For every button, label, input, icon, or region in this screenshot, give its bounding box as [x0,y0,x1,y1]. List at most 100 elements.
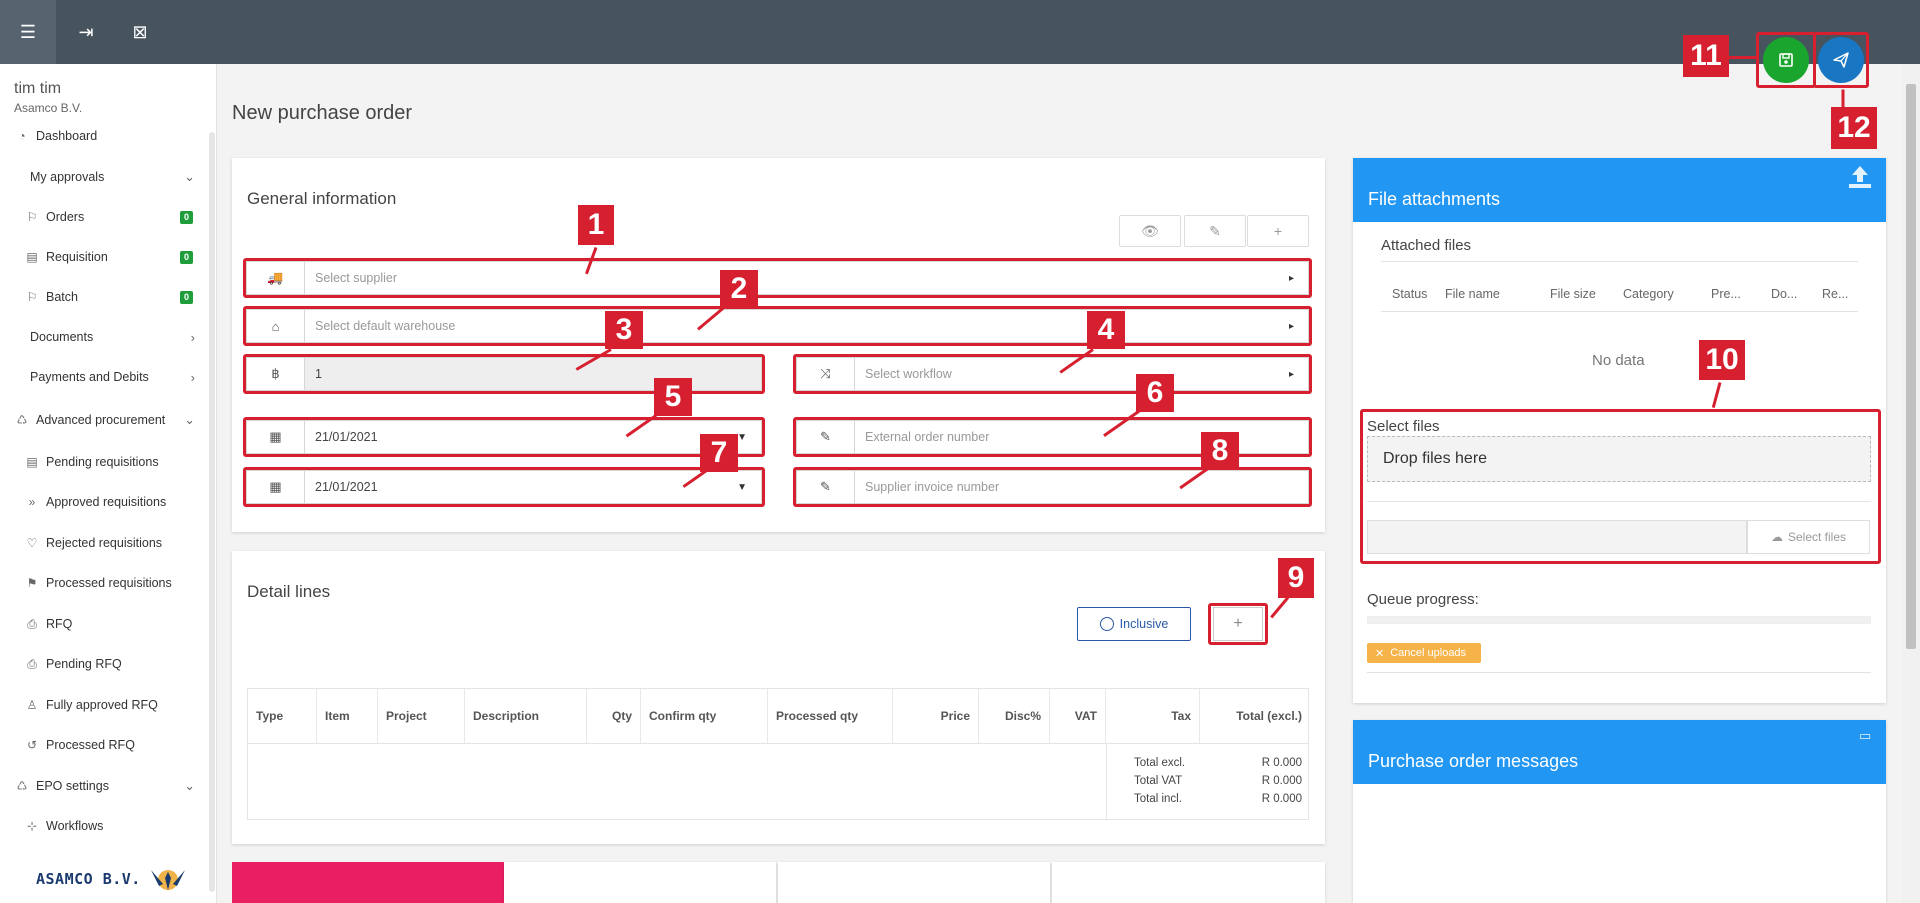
sidebar-item-processed-rfq[interactable]: ↺ Processed RFQ [0,730,217,760]
thumbs-up-icon: ♙ [26,698,38,712]
sidebar-item-pending-requisitions[interactable]: ▤ Pending requisitions [0,447,217,477]
att-column-preview[interactable]: Pre... [1711,287,1741,301]
comment-icon[interactable]: ▭ [1859,728,1871,744]
column-header-total-excl[interactable]: Total (excl.) [1200,689,1310,743]
requisition-count-badge: 0 [180,250,193,264]
sidebar-item-processed-requisitions[interactable]: ⚑ Processed requisitions [0,568,217,598]
list-icon: ▤ [26,455,38,469]
supplier-select[interactable]: 🚚 Select supplier ▸ [246,261,1309,295]
add-detail-line-button[interactable]: + [1213,607,1263,641]
paper-plane-icon [1833,52,1849,68]
total-incl-label: Total incl. [1134,793,1182,805]
summary-tile-2[interactable] [504,862,776,903]
eye-icon: 👁 [1141,222,1159,239]
rfq-icon: ⎙ [27,616,37,631]
column-header-type[interactable]: Type [248,689,317,743]
totals-labels: Total excl. Total VAT Total incl. [1134,754,1185,808]
select-files-button[interactable]: ☁ Select files [1747,520,1870,554]
sidebar-item-epo-settings[interactable]: ♺ EPO settings ⌄ [0,771,217,801]
shuffle-icon: ⤨ [797,358,855,390]
chevron-right-icon: › [190,329,195,345]
detail-lines-title: Detail lines [247,582,331,601]
sidebar-item-approved-requisitions[interactable]: » Approved requisitions [0,487,217,517]
send-button[interactable] [1818,37,1864,83]
column-header-confirm-qty[interactable]: Confirm qty [641,689,768,743]
att-column-status[interactable]: Status [1392,287,1427,301]
file-name-display[interactable] [1367,520,1747,554]
sidebar-item-pending-rfq[interactable]: ⎙ Pending RFQ [0,649,217,679]
history-icon: ↺ [26,738,38,752]
column-header-qty[interactable]: Qty [587,689,641,743]
att-column-file-name[interactable]: File name [1445,287,1500,301]
sidebar-item-rejected-requisitions[interactable]: ♡ Rejected requisitions [0,528,217,558]
main-scrollbar-thumb[interactable] [1906,84,1916,649]
logout-button[interactable]: ⇥ [58,0,114,64]
file-attachments-header: File attachments [1353,158,1886,222]
column-header-description[interactable]: Description [465,689,587,743]
calendar-icon: ▦ [247,421,305,453]
annotation-label-11: 11 [1683,35,1729,77]
column-header-item[interactable]: Item [317,689,378,743]
sidebar-item-requisition[interactable]: ▤ Requisition 0 [0,242,217,272]
add-button[interactable]: + [1247,215,1309,247]
total-excl-label: Total excl. [1134,757,1186,769]
column-header-vat[interactable]: VAT [1050,689,1106,743]
summary-tile-4[interactable] [1052,862,1325,903]
caret-right-icon: ▸ [1288,320,1294,332]
summary-tile-3[interactable] [778,862,1050,903]
save-button[interactable] [1763,37,1809,83]
flag-icon: ⚐ [26,210,38,224]
sidebar-item-payments-and-debits[interactable]: Payments and Debits › [0,362,217,392]
column-header-tax[interactable]: Tax [1106,689,1200,743]
list-icon: ▤ [26,250,38,264]
baht-currency-icon: ฿ [247,358,305,390]
workflow-select[interactable]: ⤨ Select workflow ▸ [796,357,1309,391]
column-header-price[interactable]: Price [893,689,979,743]
supplier-invoice-number-input[interactable]: ✎ Supplier invoice number [796,470,1309,504]
chevron-right-icon: › [190,369,195,385]
select-files-label: Select files [1367,418,1440,435]
sidebar-item-orders[interactable]: ⚐ Orders 0 [0,202,217,232]
sidebar-item-workflows[interactable]: ⊹ Workflows [0,811,217,841]
column-header-processed-qty[interactable]: Processed qty [768,689,893,743]
upload-icon[interactable] [1846,163,1874,191]
sidebar-item-dashboard[interactable]: ◔ Dashboard [0,121,217,151]
hamburger-icon: ☰ [19,21,37,42]
view-button[interactable]: 👁 [1119,215,1181,247]
floppy-disk-icon [1779,53,1793,67]
chevron-down-icon: ⌄ [184,412,195,427]
sidebar-item-rfq[interactable]: ⎙ RFQ [0,609,217,639]
cancel-uploads-button[interactable]: ✕ Cancel uploads [1367,643,1481,663]
warehouse-select[interactable]: ⌂ Select default warehouse ▸ [246,309,1309,343]
sidebar-item-my-approvals[interactable]: My approvals ⌄ [0,162,217,192]
att-column-remove[interactable]: Re... [1822,287,1848,301]
sidebar-item-batch[interactable]: ⚐ Batch 0 [0,282,217,312]
order-date-picker[interactable]: ▦ 21/01/2021 ▼ [246,420,762,454]
annotation-label-9: 9 [1278,558,1314,598]
close-button[interactable]: ⊠ [112,0,168,64]
caret-right-icon: ▸ [1288,272,1294,284]
queue-progress-bar [1367,616,1871,624]
edit-button[interactable]: ✎ [1184,215,1246,247]
inclusive-toggle-button[interactable]: Inclusive [1077,607,1191,641]
sidebar-item-documents[interactable]: Documents › [0,322,217,352]
att-column-download[interactable]: Do... [1771,287,1797,301]
drop-files-zone[interactable]: Drop files here [1367,436,1871,482]
sidebar-scrollbar[interactable] [209,132,215,892]
att-column-file-size[interactable]: File size [1550,287,1596,301]
annotation-label-2: 2 [720,270,758,308]
user-company: Asamco B.V. [14,101,83,115]
totals-values: R 0.000 R 0.000 R 0.000 [1238,754,1302,808]
no-data-text: No data [1592,352,1645,369]
summary-tile-1[interactable] [232,862,504,903]
att-column-category[interactable]: Category [1623,287,1674,301]
menu-toggle-button[interactable]: ☰ [0,0,56,64]
sidebar-item-fully-approved-rfq[interactable]: ♙ Fully approved RFQ [0,690,217,720]
column-header-project[interactable]: Project [378,689,465,743]
sidebar-item-advanced-procurement[interactable]: ♺ Advanced procurement ⌄ [0,405,217,435]
column-header-disc[interactable]: Disc% [979,689,1050,743]
user-name: tim tim [14,80,62,97]
heart-broken-icon: ♡ [26,536,38,550]
caret-down-icon: ▼ [737,481,747,493]
warehouse-icon: ⌂ [247,310,305,342]
